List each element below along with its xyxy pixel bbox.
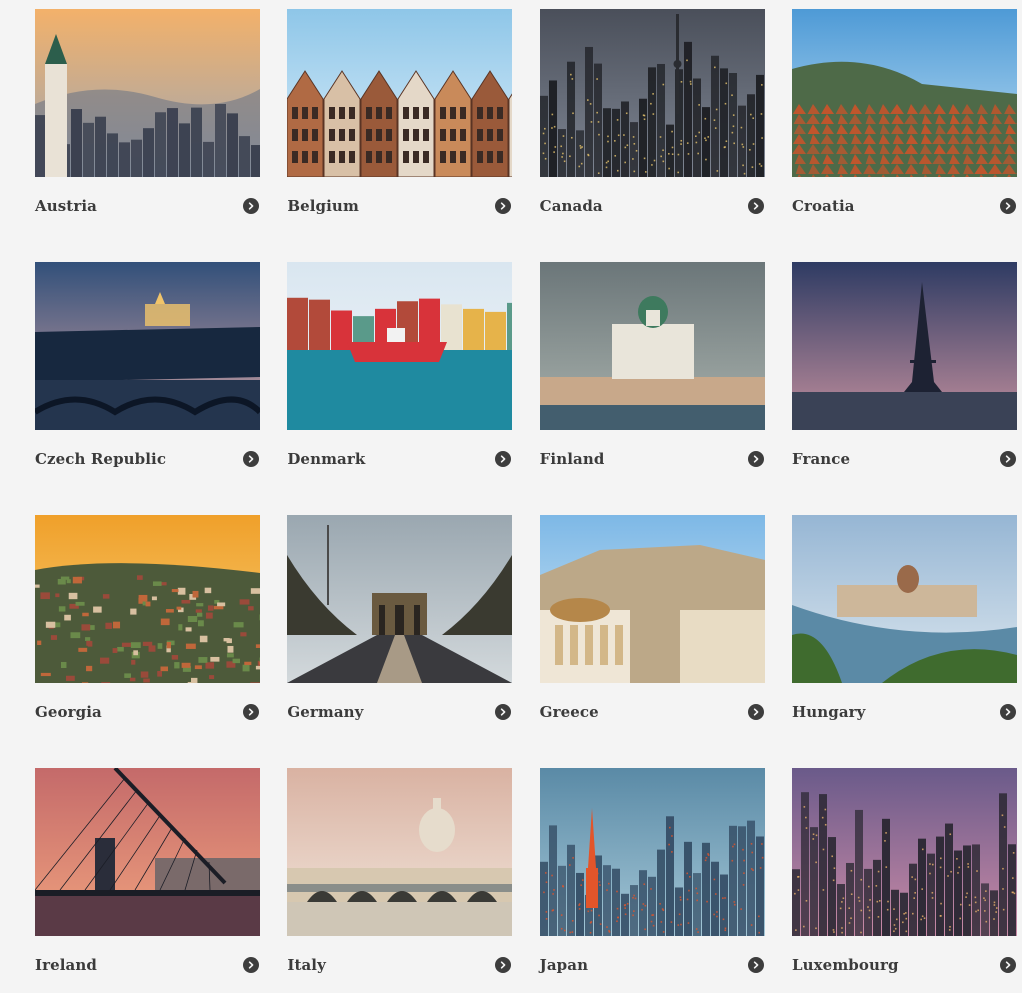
chevron-right-icon[interactable]	[747, 451, 764, 467]
destination-photo[interactable]	[287, 9, 513, 177]
chevron-right-icon[interactable]	[243, 198, 259, 214]
chevron-right-icon[interactable]	[999, 704, 1016, 720]
chevron-right-icon[interactable]	[243, 451, 259, 467]
destination-label-row: Georgia	[35, 701, 260, 723]
destination-label-row: Canada	[540, 195, 765, 217]
destination-label-row: Belgium	[287, 195, 512, 217]
destination-photo[interactable]	[791, 9, 1017, 177]
destination-grid: Austria Belgium Canada Croatia Czech Rep…	[0, 0, 1022, 974]
destination-card-austria[interactable]: Austria	[35, 9, 260, 234]
country-name[interactable]: Canada	[540, 197, 603, 215]
country-name[interactable]: Luxembourg	[792, 956, 899, 974]
destination-label-row: Hungary	[792, 701, 1017, 723]
country-name[interactable]: Japan	[540, 956, 588, 974]
chevron-right-icon[interactable]	[495, 704, 512, 720]
country-name[interactable]: Greece	[540, 703, 599, 721]
chevron-right-icon[interactable]	[243, 957, 259, 973]
country-name[interactable]: Ireland	[35, 956, 97, 974]
destination-card-france[interactable]: France	[791, 262, 1017, 487]
destination-card-georgia[interactable]: Georgia	[35, 515, 260, 740]
country-name[interactable]: Finland	[540, 450, 605, 468]
destination-card-greece[interactable]: Greece	[539, 515, 765, 740]
destination-label-row: Japan	[540, 954, 765, 976]
country-name[interactable]: Italy	[287, 956, 326, 974]
destination-label-row: France	[792, 448, 1017, 470]
destination-card-luxembourg[interactable]: Luxembourg	[791, 768, 1017, 993]
destination-photo[interactable]	[287, 262, 513, 430]
destination-label-row: Ireland	[35, 954, 260, 976]
destination-card-hungary[interactable]: Hungary	[791, 515, 1017, 740]
country-name[interactable]: Austria	[35, 197, 97, 215]
destination-card-canada[interactable]: Canada	[539, 9, 765, 234]
country-name[interactable]: Germany	[287, 703, 363, 721]
chevron-right-icon[interactable]	[243, 704, 259, 720]
destination-photo[interactable]	[539, 9, 765, 177]
destination-label-row: Greece	[540, 701, 765, 723]
destination-card-germany[interactable]: Germany	[287, 515, 513, 740]
chevron-right-icon[interactable]	[747, 957, 764, 973]
country-name[interactable]: Georgia	[35, 703, 102, 721]
country-name[interactable]: Hungary	[792, 703, 866, 721]
destination-label-row: Austria	[35, 195, 260, 217]
destination-photo[interactable]	[35, 768, 260, 936]
chevron-right-icon[interactable]	[495, 957, 512, 973]
country-name[interactable]: Czech Republic	[35, 450, 166, 468]
destination-card-ireland[interactable]: Ireland	[35, 768, 260, 993]
chevron-right-icon[interactable]	[495, 451, 512, 467]
chevron-right-icon[interactable]	[999, 198, 1016, 214]
destination-photo[interactable]	[35, 9, 260, 177]
destination-photo[interactable]	[791, 515, 1017, 683]
destination-label-row: Croatia	[792, 195, 1017, 217]
country-name[interactable]: Belgium	[287, 197, 359, 215]
destination-label-row: Denmark	[287, 448, 512, 470]
destination-label-row: Luxembourg	[792, 954, 1017, 976]
destination-card-japan[interactable]: Japan	[539, 768, 765, 993]
chevron-right-icon[interactable]	[747, 704, 764, 720]
destination-card-croatia[interactable]: Croatia	[791, 9, 1017, 234]
destination-photo[interactable]	[35, 262, 260, 430]
destination-photo[interactable]	[539, 262, 765, 430]
destination-card-belgium[interactable]: Belgium	[287, 9, 513, 234]
chevron-right-icon[interactable]	[495, 198, 512, 214]
destination-card-czech-republic[interactable]: Czech Republic	[35, 262, 260, 487]
destination-label-row: Finland	[540, 448, 765, 470]
country-name[interactable]: France	[792, 450, 850, 468]
chevron-right-icon[interactable]	[747, 198, 764, 214]
destination-photo[interactable]	[791, 768, 1017, 936]
country-name[interactable]: Denmark	[287, 450, 365, 468]
destination-card-finland[interactable]: Finland	[539, 262, 765, 487]
destination-photo[interactable]	[539, 768, 765, 936]
chevron-right-icon[interactable]	[999, 957, 1016, 973]
destination-photo[interactable]	[539, 515, 765, 683]
country-name[interactable]: Croatia	[792, 197, 855, 215]
destination-photo[interactable]	[791, 262, 1017, 430]
destination-label-row: Czech Republic	[35, 448, 260, 470]
destination-photo[interactable]	[287, 515, 513, 683]
destination-card-italy[interactable]: Italy	[287, 768, 513, 993]
destination-label-row: Italy	[287, 954, 512, 976]
destination-photo[interactable]	[35, 515, 260, 683]
chevron-right-icon[interactable]	[999, 451, 1016, 467]
destination-label-row: Germany	[287, 701, 512, 723]
destination-card-denmark[interactable]: Denmark	[287, 262, 513, 487]
destination-photo[interactable]	[287, 768, 513, 936]
